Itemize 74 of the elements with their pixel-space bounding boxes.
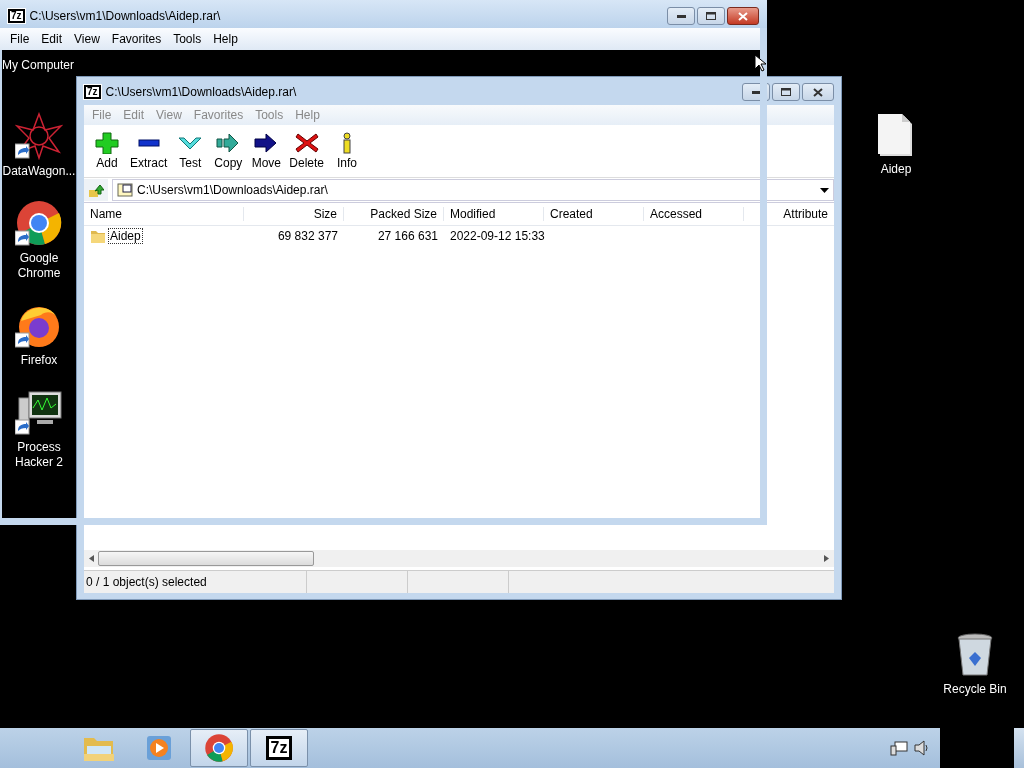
recycle-bin-icon[interactable]	[955, 632, 995, 678]
menu-item[interactable]: Edit	[35, 32, 69, 46]
shortcut-arrow-icon	[15, 332, 30, 348]
window-title: C:\Users\vm1\Downloads\Aidep.rar\	[29, 9, 222, 23]
star-emblem-icon[interactable]	[15, 112, 63, 160]
shortcut-arrow-icon	[15, 143, 30, 159]
column-header[interactable]: Packed Size	[344, 207, 444, 221]
minimize-icon	[676, 14, 686, 18]
column-header[interactable]: Name	[84, 207, 244, 221]
column-header[interactable]: Attribute	[744, 207, 834, 221]
scroll-left-icon[interactable]	[89, 555, 94, 562]
icon-label: Firefox	[20, 353, 58, 368]
menu-item[interactable]: Help	[207, 32, 244, 46]
toolbar-button[interactable]: Copy	[209, 130, 248, 172]
maximize-icon	[781, 88, 791, 96]
toolbar-button[interactable]: Test	[171, 130, 210, 172]
column-header[interactable]: Modified	[444, 207, 544, 221]
menu-item[interactable]: View	[68, 32, 106, 46]
mouse-cursor-icon	[754, 54, 766, 72]
shortcut-arrow-icon	[15, 419, 30, 435]
horizontal-scrollbar[interactable]	[84, 550, 834, 567]
cross-icon	[293, 132, 320, 154]
chrome-icon[interactable]	[15, 199, 63, 247]
icon-label: Recycle Bin	[943, 682, 1007, 697]
minimize-icon	[751, 90, 761, 94]
menu-item[interactable]: Tools	[167, 32, 208, 46]
menu-item[interactable]: File	[4, 32, 36, 46]
taskbar-button[interactable]	[190, 729, 248, 767]
app-logo: 7z	[8, 9, 25, 23]
play-icon	[145, 734, 173, 762]
dropdown-arrow-icon[interactable]	[820, 187, 829, 193]
status-text: 0 / 1 object(s) selected	[84, 571, 307, 593]
computer-monitor-icon[interactable]	[15, 388, 63, 436]
file-name[interactable]: Aidep	[108, 228, 143, 244]
toolbar-button[interactable]: Add	[88, 130, 126, 172]
column-header[interactable]: Size	[244, 207, 344, 221]
network-icon[interactable]	[890, 740, 908, 756]
info-icon	[342, 132, 353, 154]
column-header[interactable]: Accessed	[644, 207, 744, 221]
column-header[interactable]: Created	[544, 207, 644, 221]
folder-up-icon	[88, 182, 104, 198]
maximize-icon	[706, 12, 716, 20]
window-title: C:\Users\vm1\Downloads\Aidep.rar\	[105, 85, 298, 99]
chrome-icon	[204, 733, 234, 763]
folder-up-button[interactable]	[84, 179, 108, 201]
table-cell-text: 69 832 377	[276, 229, 339, 243]
toolbar-button[interactable]: Info	[328, 130, 367, 172]
address-field[interactable]: C:\Users\vm1\Downloads\Aidep.rar\	[112, 179, 834, 201]
close-button[interactable]	[802, 83, 834, 101]
icon-label: Aidep	[880, 162, 912, 177]
speaker-icon[interactable]	[914, 740, 930, 756]
menu-item[interactable]: Favorites	[105, 32, 168, 46]
plus-icon	[94, 132, 120, 154]
icon-label: Google Chrome	[16, 251, 62, 281]
minimize-button[interactable]	[667, 7, 695, 25]
app-logo: 7z	[84, 85, 101, 99]
taskbar-button[interactable]: 7z	[250, 729, 308, 767]
table-cell-text: 2022-09-12 15:33	[449, 229, 544, 243]
maximize-button[interactable]	[772, 83, 800, 101]
archive-icon	[117, 182, 133, 198]
close-icon	[738, 11, 748, 21]
icon-label: Process Hacker 2	[14, 440, 64, 470]
maximize-button[interactable]	[697, 7, 725, 25]
icon-label: DataWagon...	[2, 164, 76, 179]
scroll-right-icon[interactable]	[824, 555, 829, 562]
close-button[interactable]	[727, 7, 759, 25]
shortcut-arrow-icon	[15, 230, 30, 246]
toolbar-button[interactable]: Move	[247, 130, 286, 172]
icon-label: My Computer	[2, 58, 75, 72]
folder-icon	[90, 228, 106, 244]
close-icon	[813, 87, 823, 97]
toolbar-button[interactable]: Delete	[285, 130, 329, 172]
toolbar-button[interactable]: Extract	[126, 130, 172, 172]
table-cell-text: 27 166 631	[376, 229, 439, 243]
